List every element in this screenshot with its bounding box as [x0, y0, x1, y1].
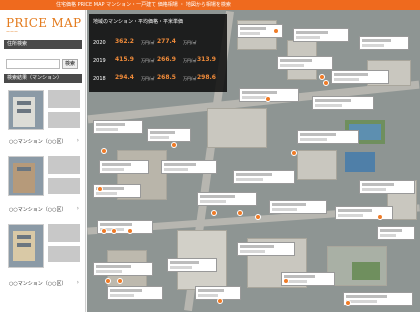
- list-item[interactable]: ○○マンション（○○区） ›: [5, 222, 81, 302]
- map-pin-icon[interactable]: [127, 228, 133, 234]
- list-item-label: ○○マンション（○○区）: [9, 139, 67, 145]
- price-label[interactable]: [167, 258, 217, 272]
- sidebar: PRICE MAP ーーー 住所検索 検索 検索結果（マンション） ○○マンショ…: [0, 10, 86, 312]
- price-label[interactable]: [269, 200, 327, 214]
- row-value-3: 298.6: [197, 74, 216, 81]
- list-item[interactable]: ○○マンション（○○区） ›: [5, 88, 81, 154]
- row-unit: 万円/㎡: [141, 40, 155, 45]
- search-button[interactable]: 検索: [62, 59, 78, 69]
- price-label[interactable]: [297, 130, 359, 144]
- price-row: 2018 294.4 万円/㎡ 268.5 万円/㎡ 298.6: [93, 74, 225, 84]
- placeholder-image: [48, 178, 80, 194]
- map-pin-icon[interactable]: [171, 142, 177, 148]
- price-label[interactable]: [107, 286, 163, 300]
- map-pin-icon[interactable]: [273, 28, 279, 34]
- map-pin-icon[interactable]: [283, 278, 289, 284]
- price-label[interactable]: [343, 292, 413, 306]
- property-thumbnail: [8, 156, 44, 196]
- results-header: 検索結果（マンション）: [4, 74, 82, 83]
- map-pin-icon[interactable]: [105, 278, 111, 284]
- row-year: 2019: [93, 58, 106, 64]
- price-label[interactable]: [147, 128, 191, 142]
- property-thumbnail: [8, 90, 44, 130]
- row-unit: 万円/㎡: [141, 58, 155, 63]
- price-label[interactable]: [312, 96, 374, 110]
- placeholder-image: [48, 112, 80, 128]
- list-item[interactable]: ○○マンション（○○区） ›: [5, 154, 81, 222]
- row-unit: 万円/㎡: [141, 76, 155, 81]
- price-label[interactable]: [377, 226, 415, 240]
- logo-text: PRICE MAP: [6, 16, 82, 30]
- row-value-2: 268.5: [157, 74, 176, 81]
- list-item-label: ○○マンション（○○区）: [9, 207, 67, 213]
- price-label[interactable]: [281, 272, 335, 286]
- aerial-map[interactable]: 地域のマンション・平均価格・平米単価 2020 362.2 万円/㎡ 277.4…: [87, 10, 420, 312]
- map-pin-icon[interactable]: [101, 148, 107, 154]
- row-value-2: 266.9: [157, 56, 176, 63]
- map-pin-icon[interactable]: [97, 186, 103, 192]
- map-pin-icon[interactable]: [255, 214, 261, 220]
- price-label[interactable]: [93, 120, 143, 134]
- map-pin-icon[interactable]: [291, 150, 297, 156]
- chevron-right-icon: ›: [76, 205, 79, 212]
- row-year: 2018: [93, 76, 106, 82]
- price-label[interactable]: [233, 170, 295, 184]
- map-pin-icon[interactable]: [377, 214, 383, 220]
- price-label[interactable]: [93, 262, 153, 276]
- price-row: 2019 415.9 万円/㎡ 266.9 万円/㎡ 313.9: [93, 56, 225, 66]
- price-label[interactable]: [237, 242, 295, 256]
- top-banner: 住宅価格 PRICE MAP マンション・一戸建て 価格相場 ・ 地図から相場を…: [0, 0, 420, 10]
- property-thumbnail: [8, 224, 44, 268]
- map-pin-icon[interactable]: [319, 74, 325, 80]
- placeholder-image: [48, 224, 80, 242]
- price-info-panel: 地域のマンション・平均価格・平米単価 2020 362.2 万円/㎡ 277.4…: [89, 14, 227, 92]
- logo[interactable]: PRICE MAP ーーー: [6, 16, 81, 35]
- map-pin-icon[interactable]: [265, 96, 271, 102]
- price-label[interactable]: [197, 192, 257, 206]
- row-value-2: 277.4: [157, 38, 176, 45]
- address-search-header: 住所検索: [4, 40, 82, 49]
- placeholder-image: [48, 246, 80, 262]
- map-pin-icon[interactable]: [211, 210, 217, 216]
- row-unit: 万円/㎡: [183, 76, 197, 81]
- map-pin-icon[interactable]: [345, 300, 351, 306]
- row-value-3: 313.9: [197, 56, 216, 63]
- map-pin-icon[interactable]: [111, 228, 117, 234]
- price-label[interactable]: [277, 56, 333, 70]
- search-input[interactable]: [6, 59, 60, 69]
- placeholder-image: [48, 90, 80, 108]
- chevron-right-icon: ›: [76, 137, 79, 144]
- price-row: 2020 362.2 万円/㎡ 277.4 万円/㎡: [93, 38, 225, 48]
- list-item-label: ○○マンション（○○区）: [9, 281, 67, 287]
- price-label[interactable]: [161, 160, 217, 174]
- map-pin-icon[interactable]: [101, 228, 107, 234]
- map-pin-icon[interactable]: [217, 298, 223, 304]
- row-year: 2020: [93, 40, 106, 46]
- map-pin-icon[interactable]: [323, 80, 329, 86]
- price-label[interactable]: [99, 160, 149, 174]
- price-label[interactable]: [335, 206, 393, 220]
- panel-title: 地域のマンション・平均価格・平米単価: [93, 19, 184, 25]
- chevron-right-icon: ›: [76, 279, 79, 286]
- row-value-1: 415.9: [115, 56, 134, 63]
- row-unit: 万円/㎡: [183, 58, 197, 63]
- price-label[interactable]: [359, 36, 409, 50]
- map-pin-icon[interactable]: [237, 210, 243, 216]
- price-label[interactable]: [331, 70, 389, 84]
- row-value-1: 362.2: [115, 38, 134, 45]
- row-value-1: 294.4: [115, 74, 134, 81]
- row-unit: 万円/㎡: [183, 40, 197, 45]
- placeholder-image: [48, 156, 80, 174]
- price-label[interactable]: [293, 28, 349, 42]
- price-label[interactable]: [359, 180, 415, 194]
- map-pin-icon[interactable]: [117, 278, 123, 284]
